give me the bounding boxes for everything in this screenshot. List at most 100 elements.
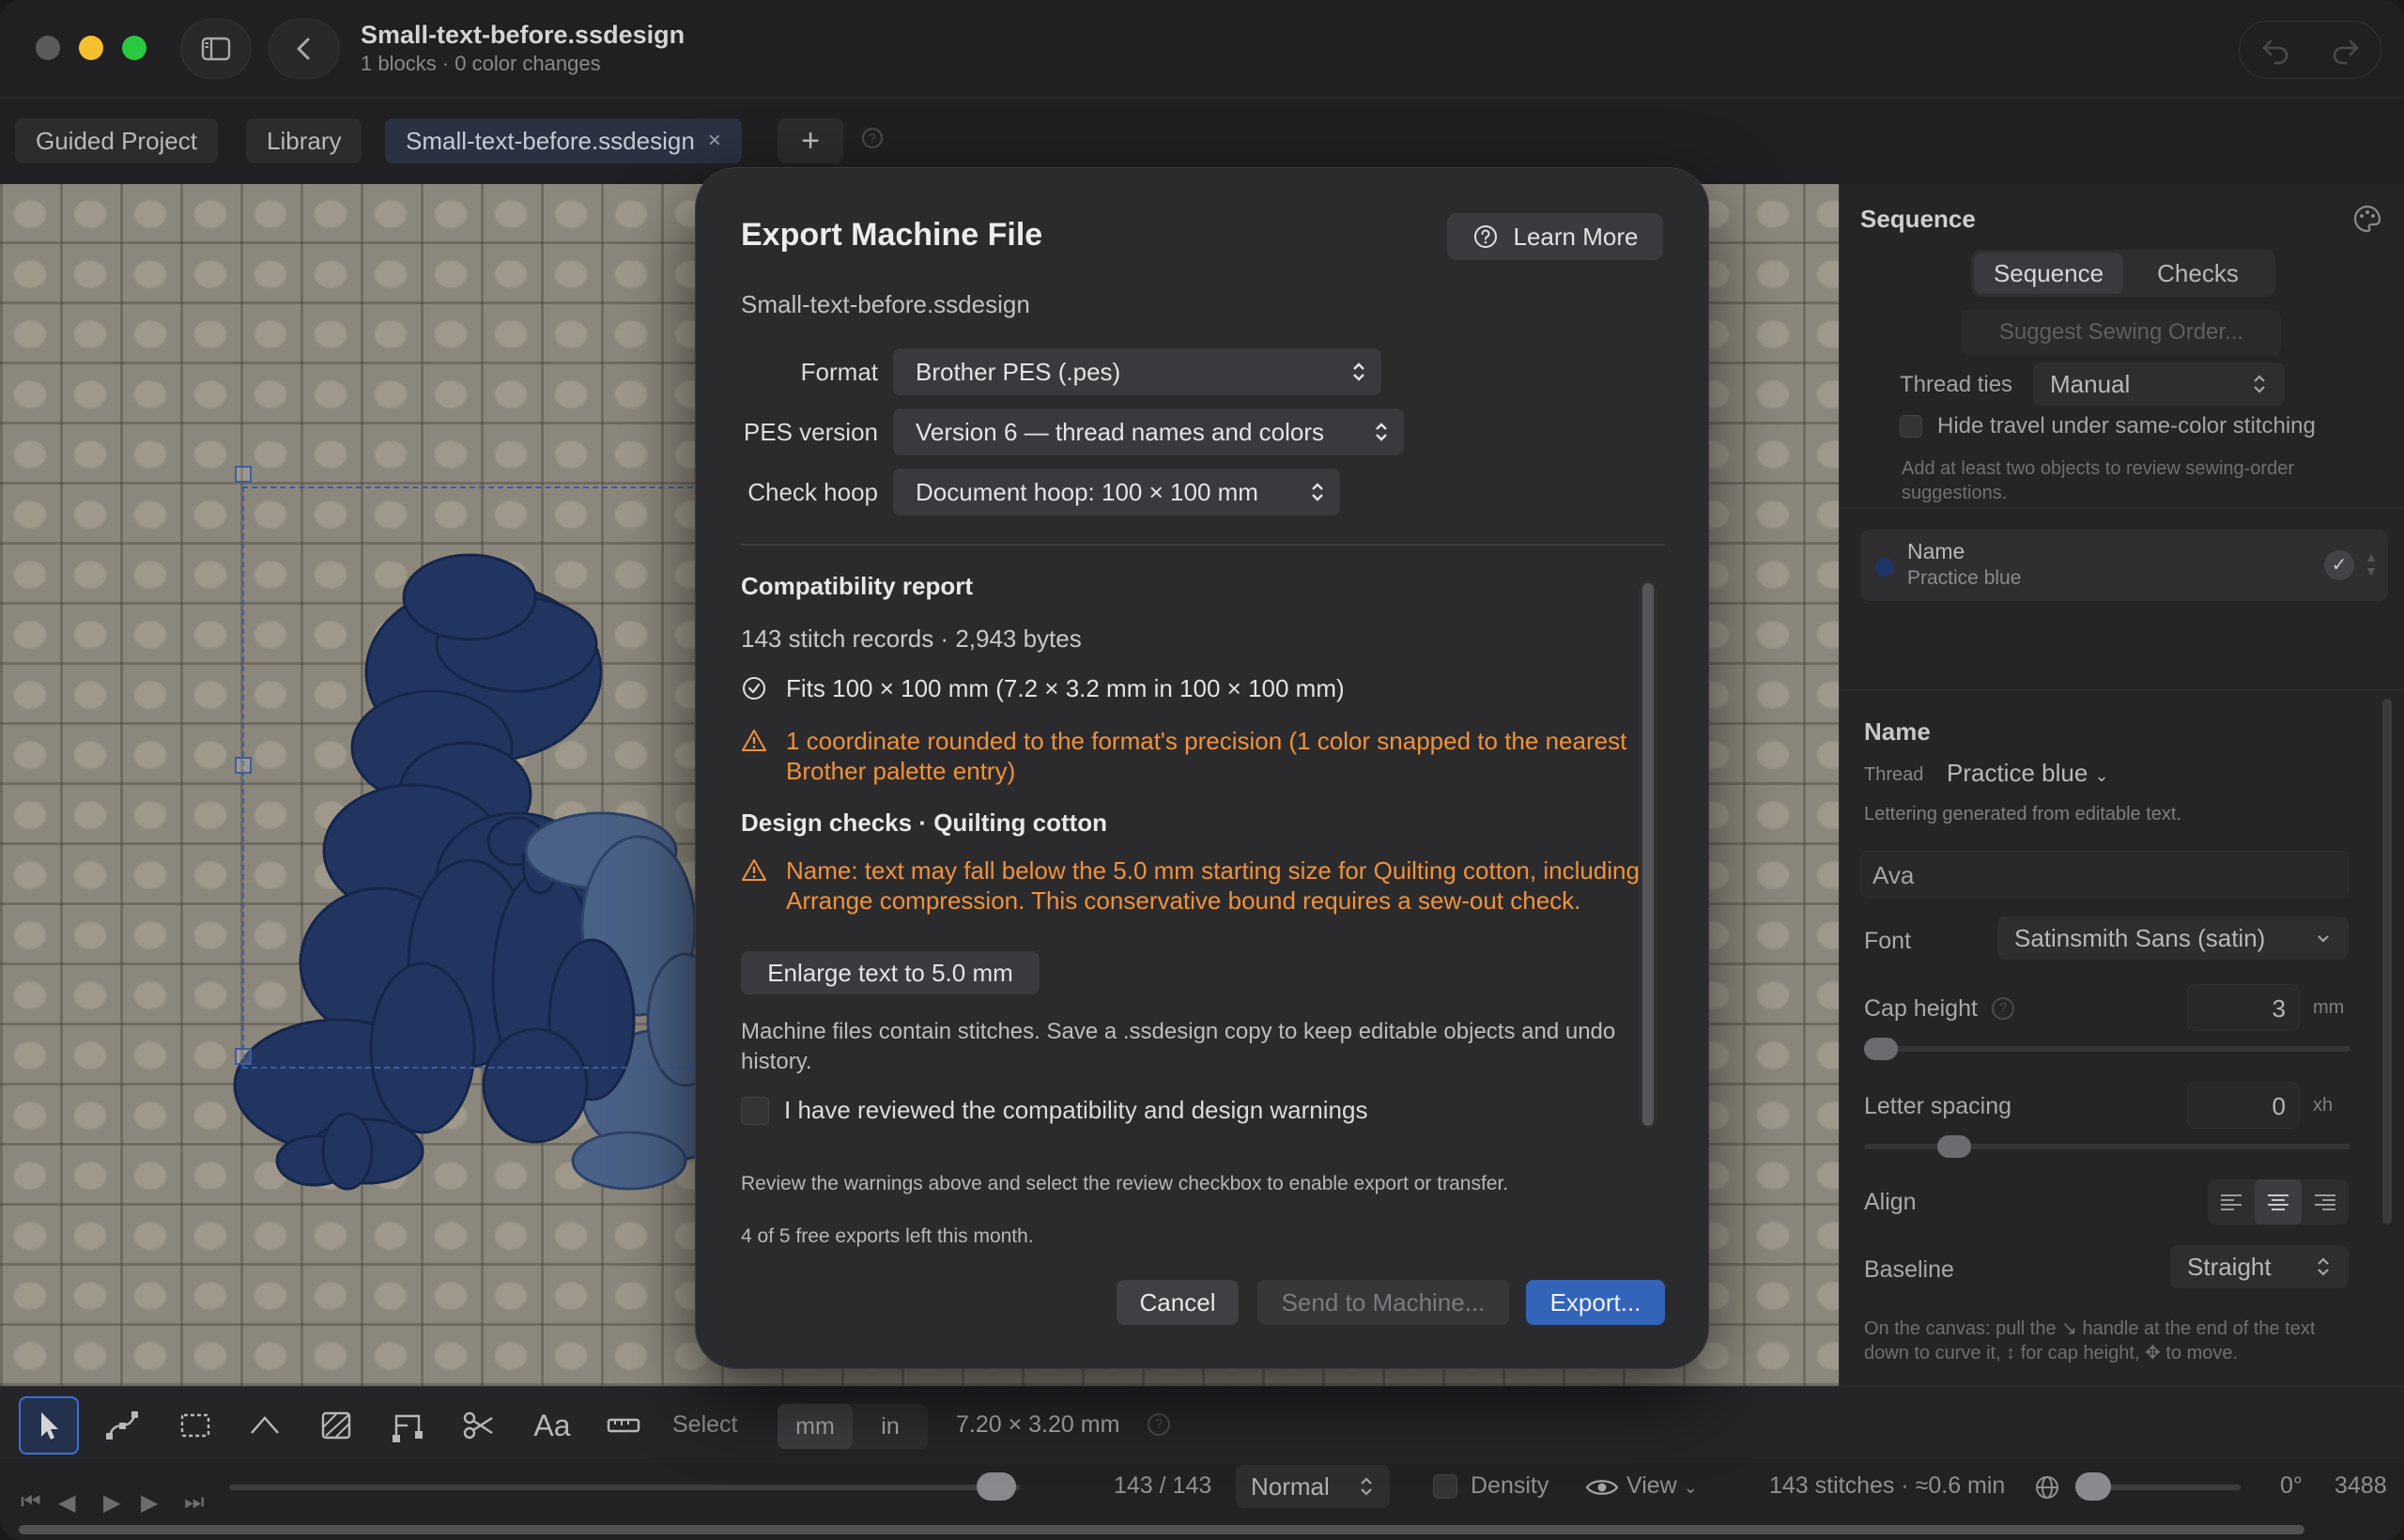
enlarge-text-button[interactable]: Enlarge text to 5.0 mm xyxy=(741,951,1040,994)
pes-version-select[interactable]: Version 6 — thread names and colors xyxy=(893,408,1404,455)
warning-triangle-icon xyxy=(742,859,766,881)
step-back-icon[interactable]: ◀ xyxy=(58,1489,75,1517)
thread-ties-label: Thread ties xyxy=(1900,372,2013,397)
sidebar-toggle-button[interactable] xyxy=(180,19,252,79)
learn-more-label: Learn More xyxy=(1513,222,1639,251)
ruler-tool[interactable] xyxy=(593,1396,654,1455)
resize-handle[interactable] xyxy=(235,1048,252,1065)
rounding-warning-text: 1 coordinate rounded to the format's pre… xyxy=(786,727,1627,785)
fill-tool[interactable] xyxy=(306,1396,366,1455)
text-tool-icon: Aa xyxy=(533,1408,571,1442)
tab-guided-project[interactable]: Guided Project xyxy=(15,118,218,163)
playback-scrubber-track[interactable] xyxy=(229,1485,1020,1490)
size-help-icon[interactable]: ? xyxy=(1148,1413,1170,1436)
chevron-updown-icon xyxy=(1376,423,1387,441)
sequence-list-item[interactable]: Name Practice blue ✓ ▲ ▼ xyxy=(1860,530,2388,601)
redo-icon[interactable] xyxy=(2330,34,2362,66)
report-scroll-area[interactable]: Compatibility report 143 stitch records … xyxy=(741,572,1642,1145)
letter-spacing-input[interactable]: 0 xyxy=(2187,1082,2300,1129)
view-menu[interactable]: View ⌄ xyxy=(1626,1472,1698,1500)
hide-travel-option[interactable]: Hide travel under same-color stitching xyxy=(1900,413,2316,439)
unit-mm[interactable]: mm xyxy=(778,1404,853,1449)
cap-height-help-icon[interactable]: ? xyxy=(1992,997,2014,1020)
sidebar-icon xyxy=(201,37,231,61)
skip-start-icon[interactable]: ⏮ xyxy=(21,1489,41,1516)
cap-height-input[interactable]: 3 xyxy=(2187,984,2300,1031)
rounding-warning-row: 1 coordinate rounded to the format's pre… xyxy=(741,726,1642,786)
unit-in[interactable]: in xyxy=(853,1404,928,1449)
resize-handle[interactable] xyxy=(235,466,252,483)
format-label: Format xyxy=(800,358,878,386)
align-center-button[interactable] xyxy=(2255,1179,2302,1224)
chevron-updown-icon xyxy=(1353,362,1364,381)
pointer-icon xyxy=(41,1412,58,1440)
letter-spacing-slider-knob[interactable] xyxy=(1937,1135,1971,1158)
compatibility-report-heading: Compatibility report xyxy=(741,572,974,600)
palette-icon[interactable] xyxy=(2351,203,2383,235)
globe-icon xyxy=(2036,1476,2058,1499)
check-hoop-select[interactable]: Document hoop: 100 × 100 mm xyxy=(893,469,1340,516)
step-forward-icon[interactable]: ▶ xyxy=(141,1489,158,1517)
segment-sequence[interactable]: Sequence xyxy=(1974,253,2123,294)
hide-travel-checkbox[interactable] xyxy=(1900,415,1922,438)
segment-checks[interactable]: Checks xyxy=(2123,253,2273,294)
baseline-select[interactable]: Straight xyxy=(2170,1245,2349,1288)
density-checkbox[interactable] xyxy=(1433,1474,1457,1499)
line-tool[interactable] xyxy=(235,1396,295,1455)
learn-more-button[interactable]: Learn More xyxy=(1447,213,1663,260)
hide-travel-label: Hide travel under same-color stitching xyxy=(1937,413,2316,439)
tab-label: Guided Project xyxy=(36,126,197,155)
reorder-stepper-icon[interactable]: ▲ ▼ xyxy=(2364,550,2379,582)
report-scrollbar-thumb[interactable] xyxy=(1642,583,1654,1126)
rotation-slider-knob[interactable] xyxy=(2075,1472,2111,1501)
window-zoom-button[interactable] xyxy=(122,36,146,60)
skip-end-icon[interactable]: ⏭ xyxy=(184,1489,205,1516)
review-checkbox-row[interactable]: I have reviewed the compatibility and de… xyxy=(741,1096,1367,1125)
horizontal-scrollbar[interactable] xyxy=(19,1525,2304,1534)
view-label: View xyxy=(1626,1472,1677,1499)
align-right-button[interactable] xyxy=(2302,1179,2349,1224)
cancel-button[interactable]: Cancel xyxy=(1117,1280,1239,1325)
tab-close-icon[interactable]: × xyxy=(708,128,721,154)
text-tool[interactable]: Aa xyxy=(522,1396,582,1455)
lettering-text-input[interactable]: Ava xyxy=(1860,851,2349,898)
cap-height-slider-knob[interactable] xyxy=(1864,1038,1898,1060)
tab-library[interactable]: Library xyxy=(246,118,362,163)
satin-column-tool[interactable] xyxy=(378,1396,438,1455)
scissors-tool[interactable] xyxy=(449,1396,509,1455)
font-select[interactable]: Satinsmith Sans (satin) xyxy=(1997,916,2349,960)
help-icon[interactable]: ? xyxy=(862,128,883,148)
select-tool[interactable] xyxy=(19,1396,79,1455)
window-minimize-button[interactable] xyxy=(79,36,103,60)
send-to-machine-button[interactable]: Send to Machine... xyxy=(1257,1280,1509,1325)
window-close-button[interactable] xyxy=(36,36,60,60)
divider xyxy=(1840,507,2404,508)
playback-scrubber-knob[interactable] xyxy=(977,1472,1016,1501)
thread-dropdown[interactable]: Practice blue ⌄ xyxy=(1947,759,2109,788)
speed-select[interactable]: Normal xyxy=(1236,1465,1390,1508)
align-label: Align xyxy=(1864,1189,1917,1215)
report-scrollbar[interactable] xyxy=(1639,581,1657,1128)
marquee-tool[interactable] xyxy=(165,1396,225,1455)
resize-handle[interactable] xyxy=(235,757,252,774)
new-tab-button[interactable]: + xyxy=(778,118,843,163)
letter-spacing-label: Letter spacing xyxy=(1864,1093,2012,1119)
back-button[interactable] xyxy=(269,19,340,79)
inspector-scrollbar[interactable] xyxy=(2382,699,2392,1224)
align-left-button[interactable] xyxy=(2208,1179,2255,1224)
suggest-sewing-order-button[interactable]: Suggest Sewing Order... xyxy=(1962,310,2281,355)
review-checkbox[interactable] xyxy=(741,1096,769,1125)
size-warning-row: Name: text may fall below the 5.0 mm sta… xyxy=(741,855,1642,916)
undo-icon[interactable] xyxy=(2259,34,2291,66)
cap-height-slider-track[interactable] xyxy=(1864,1046,2350,1052)
node-edit-tool[interactable] xyxy=(92,1396,152,1455)
thread-ties-select[interactable]: Manual xyxy=(2033,362,2285,406)
export-button[interactable]: Export... xyxy=(1526,1280,1665,1325)
format-select[interactable]: Brother PES (.pes) xyxy=(893,348,1381,395)
lettering-note: Lettering generated from editable text. xyxy=(1864,804,2181,824)
tab-current-document[interactable]: Small-text-before.ssdesign × xyxy=(385,118,742,163)
mode-label: Select xyxy=(672,1411,738,1438)
angle-readout: 0° xyxy=(2280,1472,2303,1499)
play-icon[interactable]: ▶ xyxy=(103,1489,120,1517)
visible-check-icon[interactable]: ✓ xyxy=(2324,550,2354,580)
